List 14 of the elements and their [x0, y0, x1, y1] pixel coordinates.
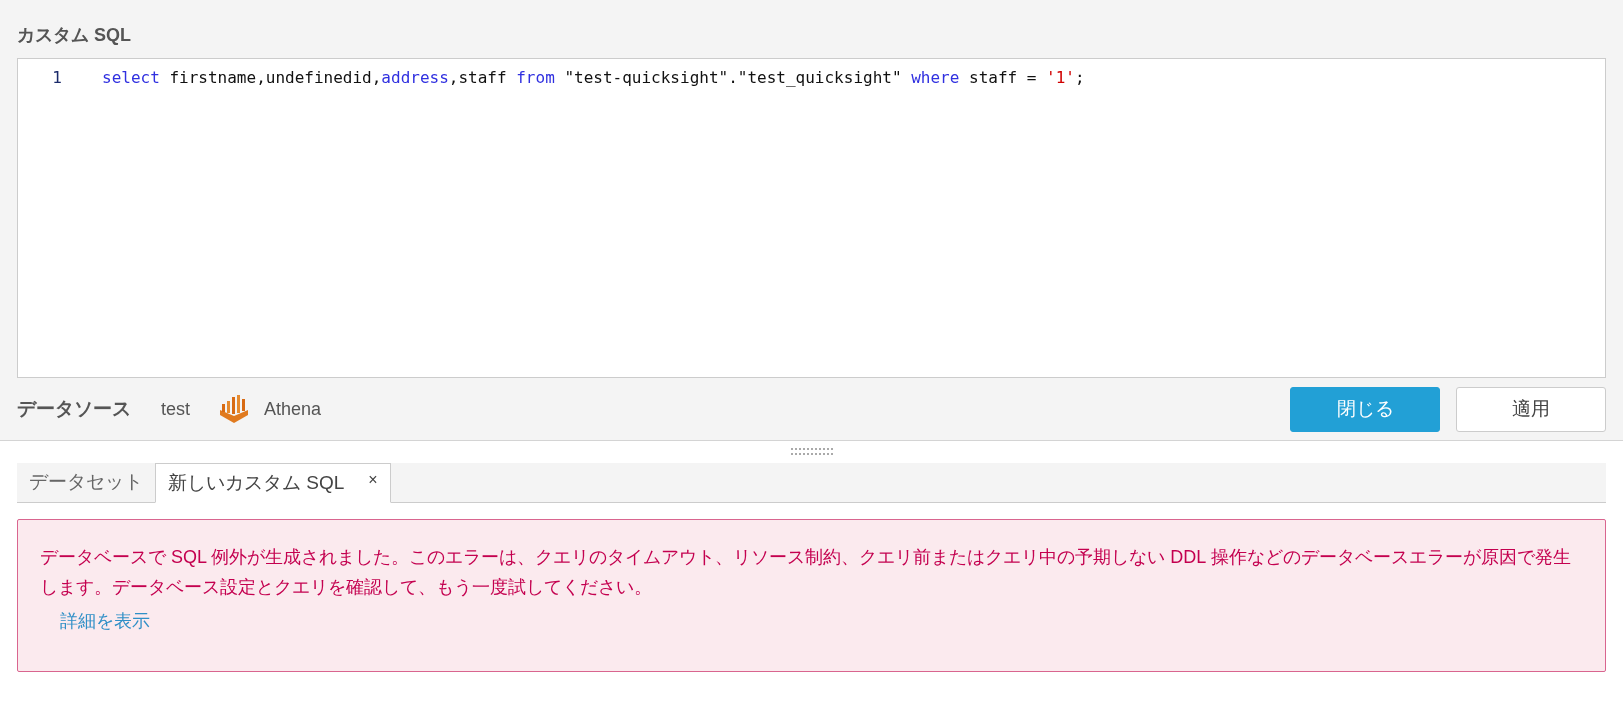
data-source-engine: Athena — [264, 397, 322, 421]
close-tab-icon[interactable]: × — [368, 468, 378, 492]
sql-editor[interactable]: 1 select firstname,undefinedid,address,staff from "test-quicksight"."test_quicksight" where staff = '1'; — [17, 58, 1606, 378]
line-number: 1 — [51, 67, 62, 89]
code-line: select firstname,undefinedid,address,staff from "test-quicksight"."test_quicksight" where staff = '1'; — [102, 67, 1085, 89]
bar-chart-logo-icon — [218, 394, 250, 424]
data-source-name: test — [161, 397, 190, 421]
tab[interactable]: データセット — [17, 463, 155, 502]
dialog-button[interactable]: 適用 — [1456, 386, 1606, 432]
data-source-label: データソース — [17, 396, 131, 421]
tab[interactable]: 新しいカスタム SQL × — [155, 463, 391, 503]
resize-handle-icon[interactable] — [788, 447, 835, 457]
error-message: データベースで SQL 例外が生成されました。このエラーは、クエリのタイムアウト、リソース制約、クエリ前またはクエリ中の予期しない DDL 操作などのデータベースエラーが原因で発生します。データベース設定とクエリを確認して、もう一度試してください。 — [40, 546, 1572, 599]
section-title: カスタム SQL — [17, 24, 131, 47]
